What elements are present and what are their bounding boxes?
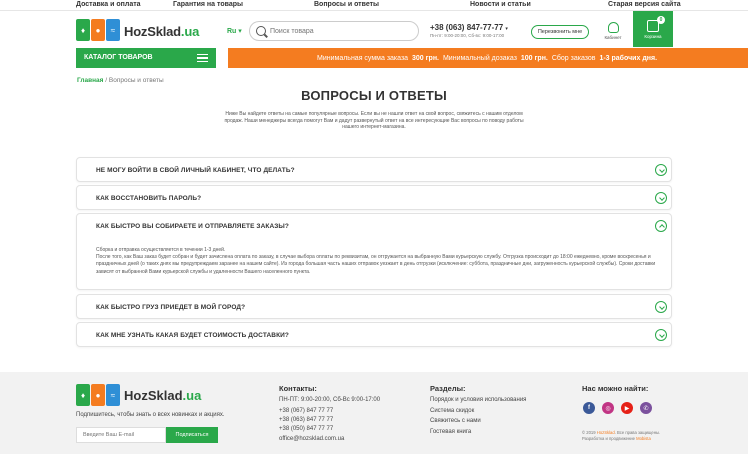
faq-item[interactable]: КАК ВОССТАНОВИТЬ ПАРОЛЬ? bbox=[76, 185, 672, 210]
chevron-down-icon[interactable] bbox=[655, 301, 667, 313]
topnav-delivery-link[interactable]: Доставка и оплата bbox=[76, 1, 141, 8]
copyright: © 2019 HozSklad. Все права защищены. Раз… bbox=[582, 430, 661, 441]
youtube-icon[interactable]: ▶ bbox=[621, 402, 633, 414]
logo-text: HozSklad.ua bbox=[124, 24, 200, 39]
cart-count-badge: 0 bbox=[657, 16, 665, 24]
instagram-icon[interactable]: ◎ bbox=[602, 402, 614, 414]
catalog-button[interactable]: КАТАЛОГ ТОВАРОВ bbox=[76, 48, 216, 68]
contact-email[interactable]: office@hozsklad.com.ua bbox=[279, 436, 344, 442]
breadcrumb-current: Вопросы и ответы bbox=[108, 77, 164, 84]
page-title: ВОПРОСЫ И ОТВЕТЫ bbox=[301, 88, 447, 103]
faq-question: КАК БЫСТРО ГРУЗ ПРИЕДЕТ В МОЙ ГОРОД? bbox=[96, 304, 246, 311]
topnav-guarantee-link[interactable]: Гарантия на товары bbox=[173, 1, 243, 8]
header: ♦ ● ≈ HozSklad.ua Ru ▾ +38 (063) 847-77-… bbox=[0, 11, 748, 47]
language-switcher[interactable]: Ru ▾ bbox=[227, 27, 242, 35]
subscribe-text: Подпишитесь, чтобы знать о всех новинках… bbox=[76, 412, 225, 418]
promo-banner: Минимальная сумма заказа 300 грн. Минима… bbox=[228, 48, 748, 68]
cart-label: Корзина bbox=[644, 34, 662, 39]
breadcrumb: Главная / Вопросы и ответы bbox=[77, 77, 164, 84]
subscribe-button[interactable]: Подписаться bbox=[166, 427, 218, 443]
contact-phone[interactable]: +38 (050) 847 77 77 bbox=[279, 426, 333, 432]
email-field[interactable] bbox=[76, 427, 166, 443]
cabinet-label: Кабинет bbox=[604, 35, 622, 40]
chevron-down-icon[interactable] bbox=[655, 164, 667, 176]
user-icon bbox=[607, 22, 619, 33]
catalog-label: КАТАЛОГ ТОВАРОВ bbox=[84, 54, 153, 61]
search-input[interactable] bbox=[270, 25, 410, 38]
chevron-down-icon[interactable] bbox=[655, 192, 667, 204]
faq-question: НЕ МОГУ ВОЙТИ В СВОЙ ЛИЧНЫЙ КАБИНЕТ, ЧТО… bbox=[96, 167, 295, 174]
footer-link[interactable]: Порядок и условия использования bbox=[430, 397, 526, 403]
search-box bbox=[249, 21, 419, 41]
contacts-title: Контакты: bbox=[279, 384, 317, 393]
footer-link[interactable]: Система скидок bbox=[430, 408, 474, 414]
chevron-up-icon[interactable] bbox=[655, 220, 667, 232]
cabinet-button[interactable]: Кабинет bbox=[600, 22, 626, 40]
top-navigation: Доставка и оплата Гарантия на товары Воп… bbox=[0, 0, 748, 11]
developer-link[interactable]: Mobista bbox=[636, 436, 651, 441]
footer: ♦ ● ≈ HozSklad.ua Подпишитесь, чтобы зна… bbox=[0, 372, 748, 454]
footer-logo-text: HozSklad.ua bbox=[124, 388, 202, 403]
faq-item[interactable]: КАК МНЕ УЗНАТЬ КАКАЯ БУДЕТ СТОИМОСТЬ ДОС… bbox=[76, 322, 672, 347]
faq-question: КАК ВОССТАНОВИТЬ ПАРОЛЬ? bbox=[96, 195, 202, 202]
footer-link[interactable]: Свяжитесь с нами bbox=[430, 418, 481, 424]
intro-text: Ниже Вы найдете ответы на самые популярн… bbox=[224, 111, 524, 130]
social-title: Нас можно найти: bbox=[582, 384, 649, 393]
topnav-news-link[interactable]: Новости и статьи bbox=[470, 1, 531, 8]
faq-question: КАК МНЕ УЗНАТЬ КАКАЯ БУДЕТ СТОИМОСТЬ ДОС… bbox=[96, 332, 289, 339]
menu-icon bbox=[197, 54, 208, 62]
topnav-old-site-link[interactable]: Старая версия сайта bbox=[608, 1, 681, 8]
faq-question: КАК БЫСТРО ВЫ СОБИРАЕТЕ И ОТПРАВЛЯЕТЕ ЗА… bbox=[96, 223, 289, 230]
search-icon[interactable] bbox=[256, 26, 266, 36]
faq-item[interactable]: НЕ МОГУ ВОЙТИ В СВОЙ ЛИЧНЫЙ КАБИНЕТ, ЧТО… bbox=[76, 157, 672, 182]
site-logo[interactable]: ♦ ● ≈ HozSklad.ua bbox=[76, 19, 216, 45]
contact-phone[interactable]: +38 (063) 847 77 77 bbox=[279, 417, 333, 423]
breadcrumb-home-link[interactable]: Главная bbox=[77, 77, 103, 84]
subscribe-form: Подписаться bbox=[76, 427, 218, 443]
footer-logo[interactable]: ♦ ● ≈ HozSklad.ua bbox=[76, 384, 216, 408]
topnav-faq-link[interactable]: Вопросы и ответы bbox=[314, 1, 379, 8]
faq-item[interactable]: КАК БЫСТРО ГРУЗ ПРИЕДЕТ В МОЙ ГОРОД? bbox=[76, 294, 672, 319]
contact-phone[interactable]: +38 (067) 847 77 77 bbox=[279, 408, 333, 414]
faq-answer: Сборка и отправка осуществляется в течен… bbox=[96, 247, 656, 275]
header-hours: Пн-пт: 9:00-20:00, Сб-вс: 9:00-17:00 bbox=[430, 33, 505, 38]
chevron-down-icon[interactable] bbox=[655, 329, 667, 341]
callback-button[interactable]: Перезвонить мне bbox=[531, 25, 589, 39]
footer-link[interactable]: Гостевая книга bbox=[430, 429, 471, 435]
contact-hours: ПН-ПТ: 9:00-20:00, Сб-Вс 9:00-17:00 bbox=[279, 397, 381, 403]
viber-icon[interactable]: ✆ bbox=[640, 402, 652, 414]
sections-title: Разделы: bbox=[430, 384, 466, 393]
header-phone[interactable]: +38 (063) 847-77-77 ▾ bbox=[430, 23, 508, 32]
cart-button[interactable]: 0 Корзина bbox=[633, 11, 673, 47]
facebook-icon[interactable]: f bbox=[583, 402, 595, 414]
logo-tiles-icon: ♦ ● ≈ bbox=[76, 19, 120, 41]
logo-tiles-icon: ♦ ● ≈ bbox=[76, 384, 120, 406]
